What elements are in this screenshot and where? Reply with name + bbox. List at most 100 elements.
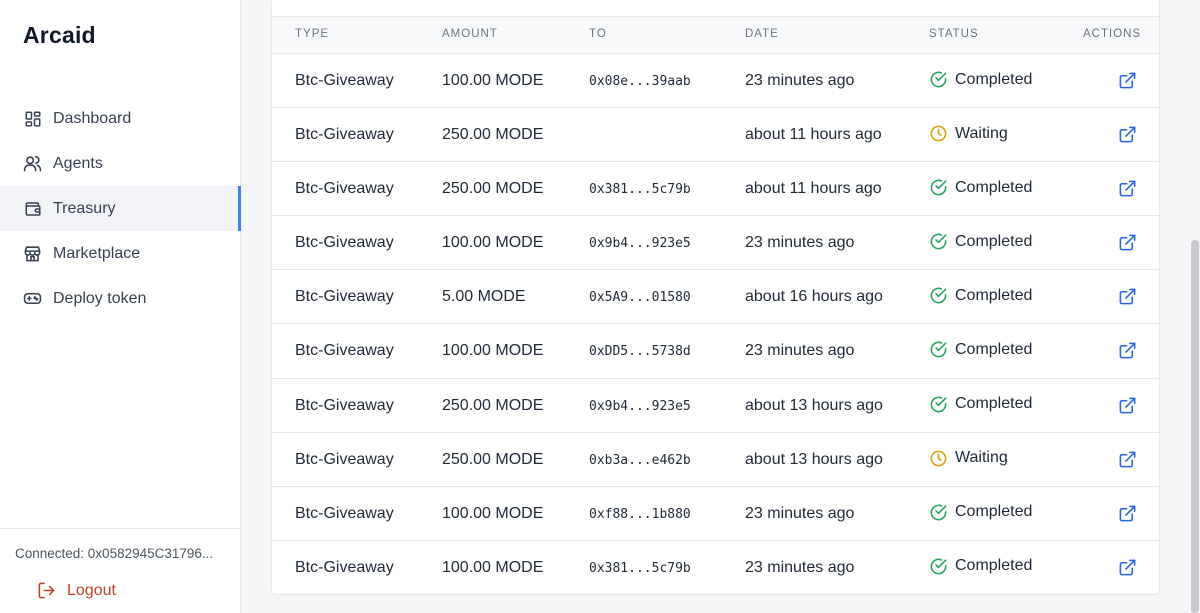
cell-to-address: 0x5A9...01580 <box>589 290 691 306</box>
cell-amount: 100.00 MODE <box>442 342 544 360</box>
sidebar-item-treasury[interactable]: Treasury <box>0 186 241 231</box>
status-label: Waiting <box>955 124 1008 142</box>
gamepad-icon <box>23 289 42 308</box>
table-header: TYPE AMOUNT TO DATE STATUS ACTIONS <box>272 16 1159 54</box>
external-link-icon[interactable] <box>1118 179 1137 198</box>
cell-type: Btc-Giveaway <box>295 342 394 360</box>
status-badge: Completed <box>929 395 1032 414</box>
cell-type: Btc-Giveaway <box>295 396 394 414</box>
external-link-icon[interactable] <box>1118 450 1137 469</box>
table-row: Btc-Giveaway 100.00 MODE 0x08e...39aab 23 m… <box>272 54 1159 109</box>
transactions-table: TYPE AMOUNT TO DATE STATUS ACTIONS Btc-G… <box>271 0 1160 595</box>
external-link-icon[interactable] <box>1118 341 1137 360</box>
status-label: Completed <box>955 503 1033 521</box>
cell-amount: 250.00 MODE <box>442 126 544 144</box>
status-label: Completed <box>955 395 1033 413</box>
sidebar-item-label: Agents <box>53 154 103 172</box>
cell-type: Btc-Giveaway <box>295 288 394 306</box>
cell-date: 23 minutes ago <box>745 342 855 360</box>
cell-to-address: 0x9b4...923e5 <box>589 236 691 252</box>
table-row: Btc-Giveaway 250.00 MODE 0x9b4...923e5 abou… <box>272 379 1159 433</box>
users-icon <box>23 154 42 173</box>
cell-type: Btc-Giveaway <box>295 504 394 522</box>
check-circle-icon <box>929 178 948 197</box>
status-label: Completed <box>955 286 1033 304</box>
scrollbar-thumb[interactable] <box>1191 240 1199 613</box>
external-link-icon[interactable] <box>1118 233 1137 252</box>
scrollbar[interactable] <box>1190 0 1200 613</box>
external-link-icon[interactable] <box>1118 558 1137 577</box>
cell-amount: 5.00 MODE <box>442 288 526 306</box>
sidebar-item-dashboard[interactable]: Dashboard <box>0 96 240 141</box>
cell-date: about 13 hours ago <box>745 396 883 414</box>
external-link-icon[interactable] <box>1118 504 1137 523</box>
cell-amount: 100.00 MODE <box>442 72 544 89</box>
logout-button[interactable]: Logout <box>37 581 116 600</box>
sidebar-item-deploy-token[interactable]: Deploy token <box>0 276 240 321</box>
column-header-status: STATUS <box>929 28 979 40</box>
cell-date: about 16 hours ago <box>745 288 883 306</box>
external-link-icon[interactable] <box>1118 396 1137 415</box>
cell-to-address: 0xDD5...5738d <box>589 344 691 360</box>
table-row: Btc-Giveaway 100.00 MODE 0x381...5c79b 23 m… <box>272 541 1159 594</box>
table-row: Btc-Giveaway 100.00 MODE 0xDD5...5738d 23 m… <box>272 324 1159 379</box>
sidebar-item-marketplace[interactable]: Marketplace <box>0 231 240 276</box>
cell-date: 23 minutes ago <box>745 504 855 522</box>
status-badge: Completed <box>929 70 1032 89</box>
cell-type: Btc-Giveaway <box>295 450 394 468</box>
status-label: Completed <box>955 557 1033 575</box>
cell-date: 23 minutes ago <box>745 234 855 252</box>
cell-type: Btc-Giveaway <box>295 126 394 144</box>
cell-amount: 250.00 MODE <box>442 396 544 414</box>
sidebar-item-label: Treasury <box>53 199 116 217</box>
sidebar-item-label: Marketplace <box>53 244 141 262</box>
external-link-icon[interactable] <box>1118 287 1137 306</box>
sidebar-item-label: Dashboard <box>53 109 132 127</box>
external-link-icon[interactable] <box>1118 125 1137 144</box>
cell-type: Btc-Giveaway <box>295 234 394 252</box>
table-row: Btc-Giveaway 100.00 MODE 0x9b4...923e5 23 m… <box>272 216 1159 271</box>
cell-to-address: 0xf88...1b880 <box>589 506 691 522</box>
wallet-icon <box>23 199 42 218</box>
sidebar-item-label: Deploy token <box>53 289 147 307</box>
status-badge: Completed <box>929 286 1032 305</box>
status-badge: Completed <box>929 178 1032 197</box>
logout-icon <box>37 581 56 600</box>
status-label: Completed <box>955 232 1033 250</box>
status-badge: Waiting <box>929 449 1008 468</box>
status-label: Completed <box>955 340 1033 358</box>
cell-date: 23 minutes ago <box>745 72 855 89</box>
cell-type: Btc-Giveaway <box>295 558 394 576</box>
check-circle-icon <box>929 503 948 522</box>
cell-to-address: 0x9b4...923e5 <box>589 398 691 414</box>
check-circle-icon <box>929 70 948 89</box>
status-label: Completed <box>955 70 1033 88</box>
table-row: Btc-Giveaway 250.00 MODE 0x381...5c79b abou… <box>272 162 1159 217</box>
check-circle-icon <box>929 557 948 576</box>
column-header-to: TO <box>589 28 607 40</box>
check-circle-icon <box>929 340 948 359</box>
status-badge: Completed <box>929 557 1032 576</box>
cell-to-address: 0x08e...39aab <box>589 74 691 89</box>
sidebar-nav: Dashboard Agents Treasury Marketplace De… <box>0 96 241 321</box>
app-logo[interactable]: Arcaid <box>23 22 96 49</box>
cell-to-address: 0x381...5c79b <box>589 560 691 576</box>
column-header-type: TYPE <box>295 28 330 40</box>
check-circle-icon <box>929 286 948 305</box>
check-circle-icon <box>929 395 948 414</box>
cell-to-address: 0xb3a...e462b <box>589 452 691 468</box>
column-header-amount: AMOUNT <box>442 28 498 40</box>
connected-wallet-address: Connected: 0x0582945C31796... <box>15 546 214 561</box>
status-label: Completed <box>955 178 1033 196</box>
cell-type: Btc-Giveaway <box>295 180 394 198</box>
cell-date: about 13 hours ago <box>745 450 883 468</box>
external-link-icon[interactable] <box>1118 71 1137 90</box>
clock-icon <box>929 124 948 143</box>
sidebar-item-agents[interactable]: Agents <box>0 141 240 186</box>
cell-amount: 100.00 MODE <box>442 558 544 576</box>
dashboard-icon <box>23 109 42 128</box>
store-icon <box>23 244 42 263</box>
cell-date: about 11 hours ago <box>745 180 882 198</box>
cell-amount: 100.00 MODE <box>442 504 544 522</box>
check-circle-icon <box>929 232 948 251</box>
